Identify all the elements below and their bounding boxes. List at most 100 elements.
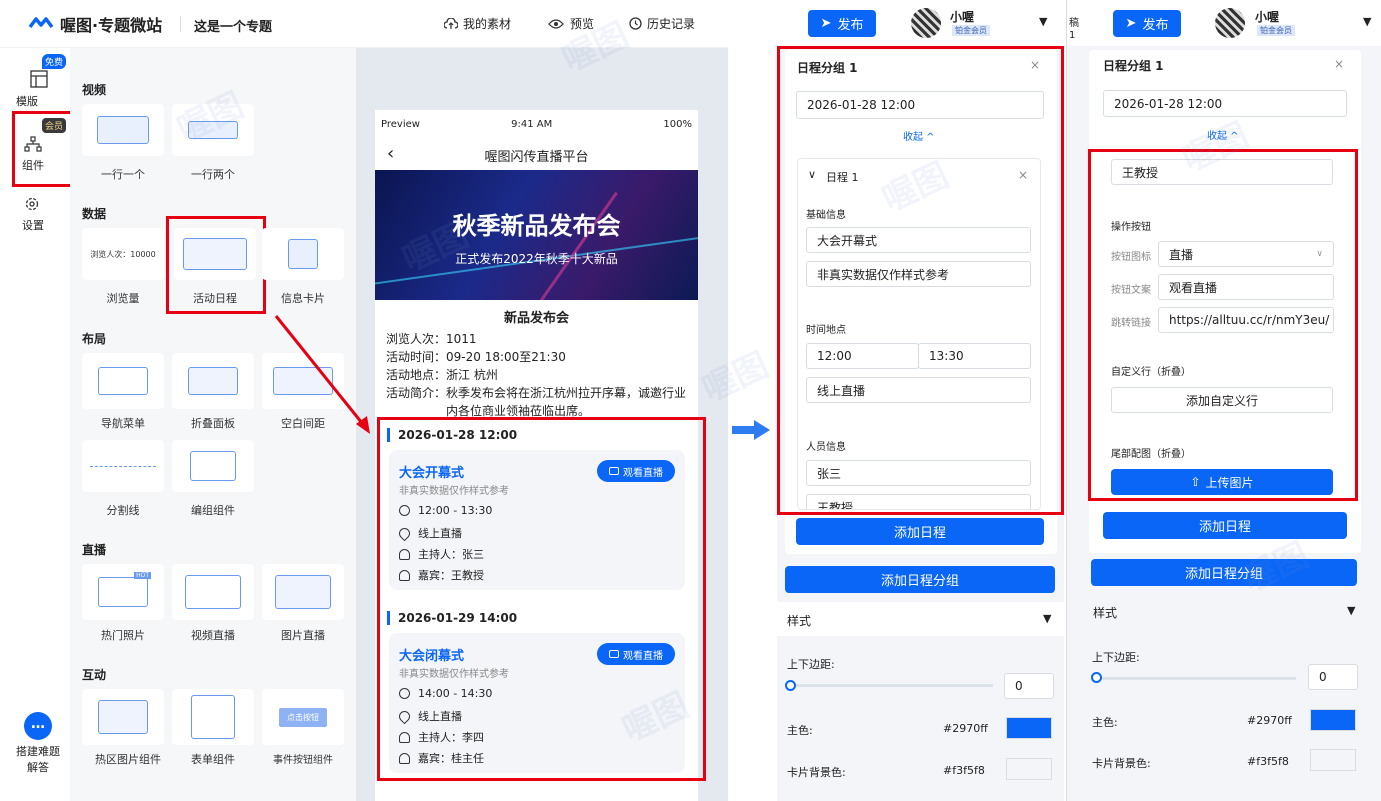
- help-label: 搭建难题 解答: [16, 745, 60, 774]
- padding-input[interactable]: 0: [1004, 673, 1054, 699]
- nav-settings[interactable]: 设置: [22, 196, 64, 233]
- add-group-button[interactable]: 添加日程分组: [1091, 559, 1357, 586]
- tile-two-per-row[interactable]: [172, 104, 254, 156]
- highlight-schedule-preview: [377, 417, 706, 781]
- status-time: 9:41 AM: [511, 118, 553, 130]
- padding-input[interactable]: 0: [1308, 664, 1358, 690]
- left-nav: 免费 模版 会员 组件 设置 … 搭建难题 解答: [0, 48, 75, 801]
- group-title: 日程分组 1: [1103, 59, 1164, 73]
- primary-color-swatch[interactable]: [1310, 709, 1356, 731]
- banner: 秋季新品发布会 正式发布2022年秋季十大新品: [375, 170, 698, 300]
- padding-slider[interactable]: [1094, 677, 1296, 680]
- tile-schedule[interactable]: [174, 228, 256, 280]
- nav-templates-label: 模版: [16, 95, 38, 108]
- close-icon[interactable]: ×: [1334, 57, 1344, 71]
- member-level: 铂金会员: [952, 25, 990, 36]
- tile-info-card-label: 信息卡片: [281, 292, 325, 305]
- banner-title: 秋季新品发布会: [452, 212, 621, 240]
- avatar[interactable]: [1215, 8, 1245, 38]
- preview-button[interactable]: 预览: [548, 15, 594, 32]
- padding-slider-handle[interactable]: [1091, 672, 1102, 683]
- tile-one-per-row[interactable]: [82, 104, 164, 156]
- tile-pageviews[interactable]: 浏览人次：10000: [82, 228, 164, 280]
- info-row: 活动简介： 秋季发布会将在浙江杭州拉开序幕，诚邀行业 内各位商业领袖莅临出席。: [386, 386, 687, 418]
- nav-components[interactable]: 组件: [22, 136, 64, 173]
- primary-color-label: 主色:: [787, 724, 813, 737]
- avatar[interactable]: [911, 8, 941, 38]
- gear-icon: [25, 197, 39, 211]
- section-live-title: 直播: [82, 543, 107, 557]
- tile-video-live-label: 视频直播: [191, 629, 235, 642]
- event-title: 新品发布会: [503, 311, 569, 326]
- card-bg-label: 卡片背景色:: [1092, 757, 1151, 770]
- section-data-title: 数据: [82, 207, 107, 221]
- primary-color-swatch[interactable]: [1006, 717, 1052, 739]
- tile-form[interactable]: [172, 689, 254, 745]
- eye-icon: [548, 18, 564, 29]
- padding-slider[interactable]: [787, 684, 993, 687]
- style-section-header[interactable]: 样式 ▼: [777, 602, 1064, 636]
- tile-nav-menu[interactable]: [82, 353, 164, 409]
- template-icon: [30, 70, 48, 88]
- user-name: 小喔: [1255, 10, 1280, 24]
- cloud-icon: [444, 17, 458, 29]
- tile-divider-label: 分割线: [106, 504, 140, 517]
- tile-hot-photos[interactable]: HOT: [82, 564, 164, 620]
- primary-color-label: 主色:: [1092, 716, 1118, 729]
- tile-form-label: 表单组件: [191, 753, 235, 766]
- add-schedule-button[interactable]: 添加日程: [1103, 512, 1347, 539]
- nav-settings-label: 设置: [22, 219, 44, 232]
- tile-hotspot[interactable]: [82, 689, 164, 745]
- card-bg-swatch[interactable]: [1006, 758, 1052, 780]
- my-materials-label: 我的素材: [463, 17, 512, 31]
- card-bg-swatch[interactable]: [1310, 749, 1356, 771]
- user-dropdown-icon[interactable]: ▼: [1363, 15, 1371, 28]
- project-title[interactable]: 这是一个专题: [194, 16, 272, 35]
- cropped-edge-text-top: 稿: [1069, 18, 1079, 29]
- info-row: 活动时间： 09-20 18:00至21:30: [386, 350, 566, 364]
- tile-hotspot-label: 热区图片组件: [95, 753, 161, 766]
- click-button-sample: 点击按钮: [279, 707, 327, 727]
- publish-button[interactable]: ➤ 发布: [1113, 10, 1181, 37]
- style-label: 样式: [787, 614, 812, 628]
- header-divider: [180, 16, 181, 32]
- member-badge: 会员: [42, 118, 67, 133]
- tile-group[interactable]: [172, 440, 254, 492]
- chat-icon: …: [24, 712, 52, 740]
- logo-icon: [28, 17, 54, 29]
- publish-button[interactable]: ➤ 发布: [808, 10, 876, 37]
- card-bg-hex: #f3f5f8: [1247, 755, 1289, 768]
- status-battery: 100%: [663, 118, 692, 130]
- tile-photo-live[interactable]: [262, 564, 344, 620]
- section-video-title: 视频: [82, 83, 107, 97]
- tile-collapse-label: 折叠面板: [191, 417, 235, 430]
- padding-label: 上下边距:: [787, 658, 835, 671]
- nav-templates[interactable]: 模版: [14, 70, 64, 109]
- tile-collapse[interactable]: [172, 353, 254, 409]
- red-arrow: [274, 315, 370, 434]
- padding-label: 上下边距:: [1092, 651, 1140, 664]
- tile-divider[interactable]: [82, 440, 164, 492]
- settings-panel-2: 稿 1 ➤ 发布 小喔 铂金会员 ▼ 日程分组 1 × 2026-01-28 12…: [1066, 0, 1381, 801]
- style-chevron-icon: ▼: [1043, 612, 1052, 625]
- collapse-link[interactable]: 收起 ^: [1207, 127, 1239, 142]
- tile-event-button[interactable]: 点击按钮: [262, 689, 344, 745]
- publish-label: 发布: [1142, 18, 1169, 33]
- send-icon: ➤: [1125, 16, 1137, 31]
- tile-info-card[interactable]: [262, 228, 344, 280]
- card-bg-label: 卡片背景色:: [787, 766, 846, 779]
- style-section-header[interactable]: 样式 ▼: [1081, 596, 1368, 626]
- tile-video-live[interactable]: [172, 564, 254, 620]
- logo[interactable]: 喔图·专题微站: [28, 12, 162, 36]
- user-dropdown-icon[interactable]: ▼: [1039, 15, 1047, 28]
- add-group-button[interactable]: 添加日程分组: [785, 566, 1055, 593]
- help-button[interactable]: … 搭建难题 解答: [8, 712, 68, 776]
- tile-nav-menu-label: 导航菜单: [101, 417, 145, 430]
- add-schedule-button[interactable]: 添加日程: [796, 518, 1044, 545]
- padding-slider-handle[interactable]: [785, 680, 796, 691]
- tile-group-label: 编组组件: [191, 504, 235, 517]
- section-layout-title: 布局: [82, 332, 107, 346]
- my-materials-button[interactable]: 我的素材: [444, 15, 511, 32]
- group-date-input[interactable]: 2026-01-28 12:00: [1103, 90, 1347, 117]
- history-button[interactable]: 历史记录: [629, 15, 695, 32]
